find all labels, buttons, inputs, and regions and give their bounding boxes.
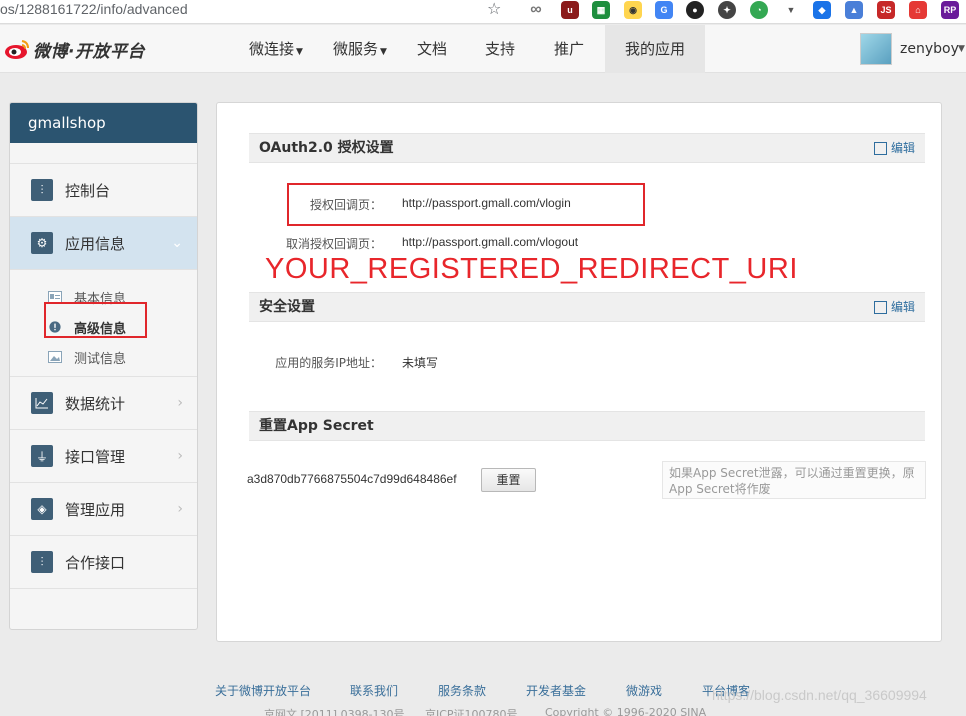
translate-icon[interactable]: G xyxy=(655,1,673,19)
sidebar-item-label: 合作接口 xyxy=(65,553,126,572)
js-icon[interactable]: JS xyxy=(877,1,895,19)
sidebar-item-label: 控制台 xyxy=(65,181,111,200)
owl-icon[interactable]: ◉ xyxy=(624,1,642,19)
weibo-logo[interactable]: 微博·开放平台 xyxy=(4,34,145,64)
avatar[interactable] xyxy=(860,33,892,65)
server-ip-label: 应用的服务IP地址： xyxy=(275,356,382,370)
ublock-icon[interactable]: u xyxy=(561,1,579,19)
sliders-icon: ⫶ xyxy=(31,551,53,573)
chart-icon xyxy=(31,392,53,414)
nav-weilianjie[interactable]: 微连接 ▼ xyxy=(236,25,316,73)
username[interactable]: zenyboy xyxy=(900,25,959,73)
sidebar-item-app-info[interactable]: ⚙ 应用信息 ⌄ xyxy=(10,217,197,270)
diamond-icon[interactable]: ◆ xyxy=(813,1,831,19)
chevron-down-icon: ⌄ xyxy=(171,235,183,251)
infinity-icon[interactable]: ∞ xyxy=(527,1,545,19)
sidebar-subitem-test-info[interactable]: 测试信息 xyxy=(48,342,197,372)
annotation-box xyxy=(287,183,645,226)
footer-license: 京网文 [2011] 0398-130号 xyxy=(264,708,405,716)
weibo-eye-icon xyxy=(5,40,29,59)
lightbulb-icon[interactable]: ✦ xyxy=(718,1,736,19)
drive-icon[interactable]: ▲ xyxy=(845,1,863,19)
footer-link-games[interactable]: 微游戏 xyxy=(626,682,662,699)
sidebar-item-console[interactable]: ⫶ 控制台 xyxy=(10,164,197,217)
footer-icp: 京ICP证100780号 xyxy=(425,708,518,716)
watermark: https://blog.csdn.net/qq_36609994 xyxy=(712,687,927,703)
layers-icon: ◈ xyxy=(31,498,53,520)
chevron-down-icon[interactable]: ▼ xyxy=(958,25,965,73)
vue-icon[interactable]: ▼ xyxy=(782,1,800,19)
nav-my-apps[interactable]: 我的应用 xyxy=(605,25,705,73)
top-navigation: 微博·开放平台 微连接 ▼ 微服务 ▼ 文档 支持 推广 我的应用 zenyboy … xyxy=(0,25,966,73)
sliders-icon: ⫶ xyxy=(31,179,53,201)
section-title: 安全设置 xyxy=(259,299,315,315)
home-icon[interactable]: ⌂ xyxy=(909,1,927,19)
nav-support[interactable]: 支持 xyxy=(472,25,528,73)
section-title: OAuth2.0 授权设置 xyxy=(259,140,394,156)
reset-secret-button[interactable]: 重置 xyxy=(481,468,536,492)
cancel-callback-label: 取消授权回调页： xyxy=(285,237,382,251)
sidebar: gmallshop ⫶ 控制台 ⚙ 应用信息 ⌄ 基本信息 高级信息 测试信息 … xyxy=(9,102,198,630)
sidebar-item-label: 管理应用 xyxy=(65,500,126,519)
chevron-right-icon: › xyxy=(177,448,183,464)
footer-link-contact[interactable]: 联系我们 xyxy=(350,682,398,699)
main-panel: OAuth2.0 授权设置 编辑 授权回调页： http://passport.… xyxy=(216,102,942,642)
sidebar-item-label: 应用信息 xyxy=(65,234,126,253)
sidebar-item-label: 数据统计 xyxy=(65,394,126,413)
github-icon[interactable]: ● xyxy=(686,1,704,19)
timer-icon[interactable]: ◔ xyxy=(750,1,768,19)
nav-docs[interactable]: 文档 xyxy=(404,25,460,73)
browser-toolbar: os/1288161722/info/advanced ☆ ∞ u ▦ ◉ G … xyxy=(0,0,966,24)
plug-icon: ⏚ xyxy=(31,445,53,467)
edit-icon xyxy=(873,300,887,314)
footer-link-fund[interactable]: 开发者基金 xyxy=(526,682,586,699)
annotation-text: YOUR_REGISTERED_REDIRECT_URI xyxy=(265,253,798,285)
chevron-down-icon: ▼ xyxy=(380,47,387,57)
logo-text: 微博·开放平台 xyxy=(33,41,145,62)
gear-icon: ⚙ xyxy=(31,232,53,254)
oauth-section-header: OAuth2.0 授权设置 编辑 xyxy=(249,133,925,163)
sidebar-item-manage-app[interactable]: ◈ 管理应用 › xyxy=(10,483,197,536)
edit-button[interactable]: 编辑 xyxy=(873,293,915,321)
sidebar-item-api-management[interactable]: ⏚ 接口管理 › xyxy=(10,430,197,483)
reset-hint: 如果App Secret泄露，可以通过重置更换，原App Secret将作废 xyxy=(662,461,926,499)
edit-button[interactable]: 编辑 xyxy=(873,134,915,162)
sidebar-app-name: gmallshop xyxy=(10,103,197,143)
sidebar-item-statistics[interactable]: 数据统计 › xyxy=(10,377,197,430)
security-section-header: 安全设置 编辑 xyxy=(249,292,925,322)
sidebar-subitem-label: 测试信息 xyxy=(74,351,127,367)
sidebar-item-partner-api[interactable]: ⫶ 合作接口 xyxy=(10,536,197,589)
sidebar-item-label: 接口管理 xyxy=(65,447,126,466)
secret-section-header: 重置App Secret xyxy=(249,411,925,441)
image-icon xyxy=(48,351,62,363)
footer-link-about[interactable]: 关于微博开放平台 xyxy=(215,682,311,699)
server-ip-value: 未填写 xyxy=(402,356,439,370)
chevron-right-icon: › xyxy=(177,501,183,517)
annotation-box xyxy=(44,302,147,338)
footer-copyright: Copyright © 1996-2020 SINA xyxy=(545,706,707,716)
nav-weifuwu[interactable]: 微服务 ▼ xyxy=(322,25,398,73)
footer-link-terms[interactable]: 服务条款 xyxy=(438,682,486,699)
section-title: 重置App Secret xyxy=(259,418,374,434)
nav-promote[interactable]: 推广 xyxy=(541,25,597,73)
sheets-icon[interactable]: ▦ xyxy=(592,1,610,19)
bookmark-star-icon[interactable]: ☆ xyxy=(487,0,501,18)
chevron-right-icon: › xyxy=(177,395,183,411)
cancel-callback-value: http://passport.gmall.com/vlogout xyxy=(402,235,579,249)
address-bar[interactable]: os/1288161722/info/advanced xyxy=(0,0,188,20)
app-secret-value: a3d870db7766875504c7d99d648486ef xyxy=(247,472,457,486)
edit-icon xyxy=(873,141,887,155)
rp-icon[interactable]: RP xyxy=(941,1,959,19)
chevron-down-icon: ▼ xyxy=(296,47,303,57)
